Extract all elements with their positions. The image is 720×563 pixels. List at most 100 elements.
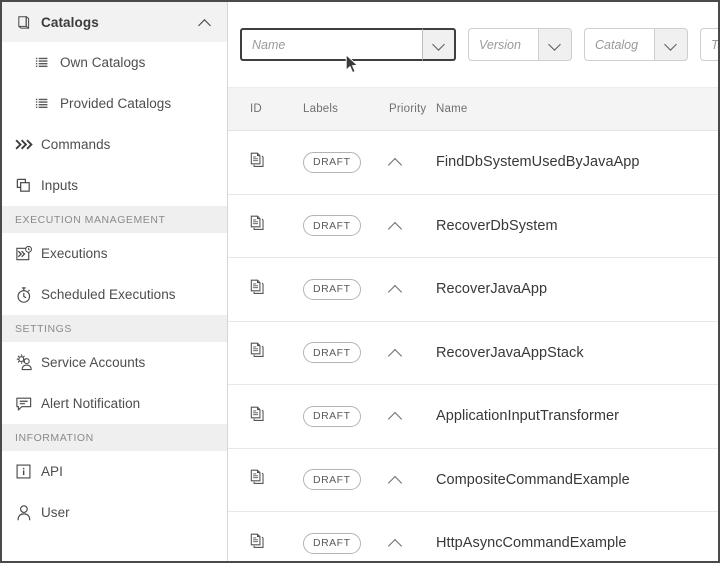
sidebar-item-own-catalogs[interactable]: Own Catalogs xyxy=(2,42,227,83)
table-row[interactable]: DRAFT RecoverDbSystem xyxy=(228,194,718,258)
chevron-up-icon[interactable] xyxy=(389,411,404,421)
sidebar-section-settings: SETTINGS xyxy=(2,315,227,342)
sidebar-item-label: Provided Catalogs xyxy=(60,96,172,111)
table-row[interactable]: DRAFT CompositeCommandExample xyxy=(228,448,718,512)
sidebar-item-label: API xyxy=(41,464,63,479)
column-header-priority[interactable]: Priority xyxy=(389,103,436,115)
sidebar-section-information: INFORMATION xyxy=(2,424,227,451)
document-copy-icon[interactable] xyxy=(250,469,265,490)
document-copy-icon[interactable] xyxy=(250,152,265,173)
row-name: HttpAsyncCommandExample xyxy=(436,535,627,552)
sidebar-item-label: Inputs xyxy=(41,178,79,193)
document-copy-icon[interactable] xyxy=(250,342,265,363)
chevron-up-icon[interactable] xyxy=(199,18,213,27)
stopwatch-icon xyxy=(15,286,41,304)
row-name: RecoverDbSystem xyxy=(436,217,558,234)
info-box-icon xyxy=(15,463,41,480)
status-badge: DRAFT xyxy=(303,532,361,554)
catalog-filter[interactable]: Catalog xyxy=(584,28,688,61)
column-header-labels[interactable]: Labels xyxy=(303,103,389,115)
table-row[interactable]: DRAFT HttpAsyncCommandExample xyxy=(228,512,718,561)
sidebar-item-label: Alert Notification xyxy=(41,396,141,411)
executions-icon xyxy=(15,245,41,263)
row-name: CompositeCommandExample xyxy=(436,471,630,488)
table-row[interactable]: DRAFT RecoverJavaAppStack xyxy=(228,321,718,385)
document-copy-icon[interactable] xyxy=(250,406,265,427)
sidebar-item-executions[interactable]: Executions xyxy=(2,233,227,274)
chevron-down-icon xyxy=(665,39,677,51)
sidebar-item-label: Executions xyxy=(41,246,108,261)
sidebar-item-api[interactable]: API xyxy=(2,451,227,492)
application-window: Catalogs Own Catalogs Provided Catalogs … xyxy=(0,0,720,563)
chevron-up-icon[interactable] xyxy=(389,157,404,167)
table-row[interactable]: DRAFT RecoverJavaApp xyxy=(228,258,718,322)
tags-filter-placeholder: Ta xyxy=(711,37,718,52)
catalog-filter-placeholder: Catalog xyxy=(595,37,639,52)
tags-filter[interactable]: Ta xyxy=(700,28,718,61)
list-icon xyxy=(35,56,60,70)
status-badge: DRAFT xyxy=(303,342,361,364)
version-filter-placeholder: Version xyxy=(479,37,521,52)
books-icon xyxy=(15,14,41,31)
version-filter[interactable]: Version xyxy=(468,28,572,61)
sidebar-item-user[interactable]: User xyxy=(2,492,227,533)
status-badge: DRAFT xyxy=(303,469,361,491)
table-row[interactable]: DRAFT FindDbSystemUsedByJavaApp xyxy=(228,131,718,195)
sidebar: Catalogs Own Catalogs Provided Catalogs … xyxy=(2,2,228,561)
row-name: RecoverJavaApp xyxy=(436,281,548,298)
list-icon xyxy=(35,97,60,111)
sidebar-item-commands[interactable]: Commands xyxy=(2,124,227,165)
sidebar-item-service-accounts[interactable]: Service Accounts xyxy=(2,342,227,383)
sidebar-group-catalogs[interactable]: Catalogs xyxy=(2,2,227,42)
tags-filter-input[interactable]: Ta xyxy=(700,28,718,61)
sidebar-item-label: Service Accounts xyxy=(41,355,146,370)
speech-bubble-icon xyxy=(15,395,41,413)
sidebar-item-provided-catalogs[interactable]: Provided Catalogs xyxy=(2,83,227,124)
name-filter[interactable]: Name xyxy=(240,28,456,61)
document-copy-icon[interactable] xyxy=(250,533,265,554)
chevron-up-icon[interactable] xyxy=(389,538,404,548)
status-badge: DRAFT xyxy=(303,215,361,237)
chevron-up-icon[interactable] xyxy=(389,475,404,485)
row-name: FindDbSystemUsedByJavaApp xyxy=(436,154,640,171)
sidebar-item-label: Own Catalogs xyxy=(60,55,146,70)
status-badge: DRAFT xyxy=(303,278,361,300)
name-filter-input[interactable]: Name xyxy=(240,28,422,61)
sidebar-group-label: Catalogs xyxy=(41,14,99,30)
chevron-down-icon xyxy=(433,39,445,51)
table-header-row: ID Labels Priority Name xyxy=(228,88,718,131)
chevrons-right-icon xyxy=(15,137,41,152)
table-body: DRAFT FindDbSystemUsedByJavaApp DRAFT Recov… xyxy=(228,131,718,561)
sidebar-item-label: Scheduled Executions xyxy=(41,287,176,302)
catalog-filter-dropdown-button[interactable] xyxy=(654,28,688,61)
main-content: Name Version Catalog T ID Labels Priorit… xyxy=(228,2,718,561)
version-filter-input[interactable]: Version xyxy=(468,28,538,61)
sidebar-item-alert-notification[interactable]: Alert Notification xyxy=(2,383,227,424)
name-filter-placeholder: Name xyxy=(252,37,286,52)
sidebar-section-execution-management: EXECUTION MANAGEMENT xyxy=(2,206,227,233)
chevron-up-icon[interactable] xyxy=(389,348,404,358)
user-icon xyxy=(15,504,41,522)
gear-user-icon xyxy=(15,353,41,372)
version-filter-dropdown-button[interactable] xyxy=(538,28,572,61)
table-row[interactable]: DRAFT ApplicationInputTransformer xyxy=(228,385,718,449)
sidebar-item-label: Commands xyxy=(41,137,111,152)
sidebar-item-inputs[interactable]: Inputs xyxy=(2,165,227,206)
status-badge: DRAFT xyxy=(303,151,361,173)
chevron-up-icon[interactable] xyxy=(389,284,404,294)
row-name: ApplicationInputTransformer xyxy=(436,408,619,425)
row-name: RecoverJavaAppStack xyxy=(436,344,584,361)
copy-squares-icon xyxy=(15,177,41,194)
column-header-id[interactable]: ID xyxy=(228,103,303,115)
filter-toolbar: Name Version Catalog T xyxy=(228,2,718,88)
commands-table: ID Labels Priority Name DRAFT FindDbSyste… xyxy=(228,88,718,561)
chevron-up-icon[interactable] xyxy=(389,221,404,231)
sidebar-item-label: User xyxy=(41,505,70,520)
document-copy-icon[interactable] xyxy=(250,215,265,236)
name-filter-dropdown-button[interactable] xyxy=(422,28,456,61)
catalog-filter-input[interactable]: Catalog xyxy=(584,28,654,61)
status-badge: DRAFT xyxy=(303,405,361,427)
column-header-name[interactable]: Name xyxy=(436,103,718,115)
document-copy-icon[interactable] xyxy=(250,279,265,300)
sidebar-item-scheduled-executions[interactable]: Scheduled Executions xyxy=(2,274,227,315)
